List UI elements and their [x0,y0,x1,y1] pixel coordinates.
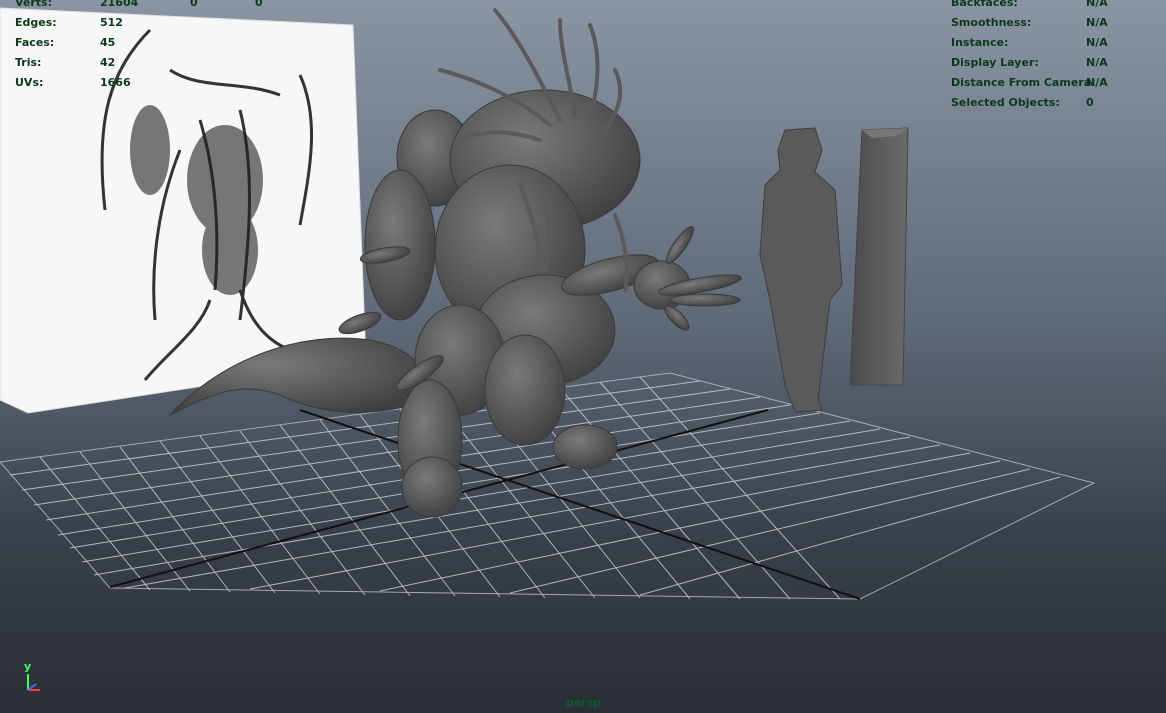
hud-label: Backfaces: [951,0,1018,9]
hud-value: N/A [1086,16,1108,29]
hud-value: 512 [100,16,123,29]
hud-label: Tris: [15,56,42,69]
hud-value: 0 [190,0,198,9]
hud-value: 0 [255,0,263,9]
3d-viewport[interactable]: Verts: 21604 0 0 Edges: 512 Faces: 45 Tr… [0,0,1166,713]
hud-value: 1666 [100,76,131,89]
hud-value: N/A [1086,0,1108,9]
view-axis-gizmo: y [18,660,58,700]
axis-icon [27,674,40,691]
pillar-object[interactable] [849,127,909,386]
hud-value: 0 [1086,96,1094,109]
hud-value: 45 [100,36,116,49]
hud-value: 21604 [100,0,139,9]
hud-value: 42 [100,56,116,69]
hud-label: Smoothness: [951,16,1032,29]
camera-name-label: persp [566,696,602,709]
hud-value: N/A [1086,56,1108,69]
hud-value: N/A [1086,76,1108,89]
human-scale-figure[interactable] [759,127,843,413]
hud-label: Verts: [15,0,53,9]
hud-label: Instance: [951,36,1009,49]
hud-value: N/A [1086,36,1108,49]
hud-label: Edges: [15,16,57,29]
hud-label: Faces: [15,36,55,49]
hud-label: UVs: [15,76,44,89]
hud-label: Display Layer: [951,56,1039,69]
hud-label: Selected Objects: [951,96,1060,109]
hud-label: Distance From Camera: [951,76,1096,89]
